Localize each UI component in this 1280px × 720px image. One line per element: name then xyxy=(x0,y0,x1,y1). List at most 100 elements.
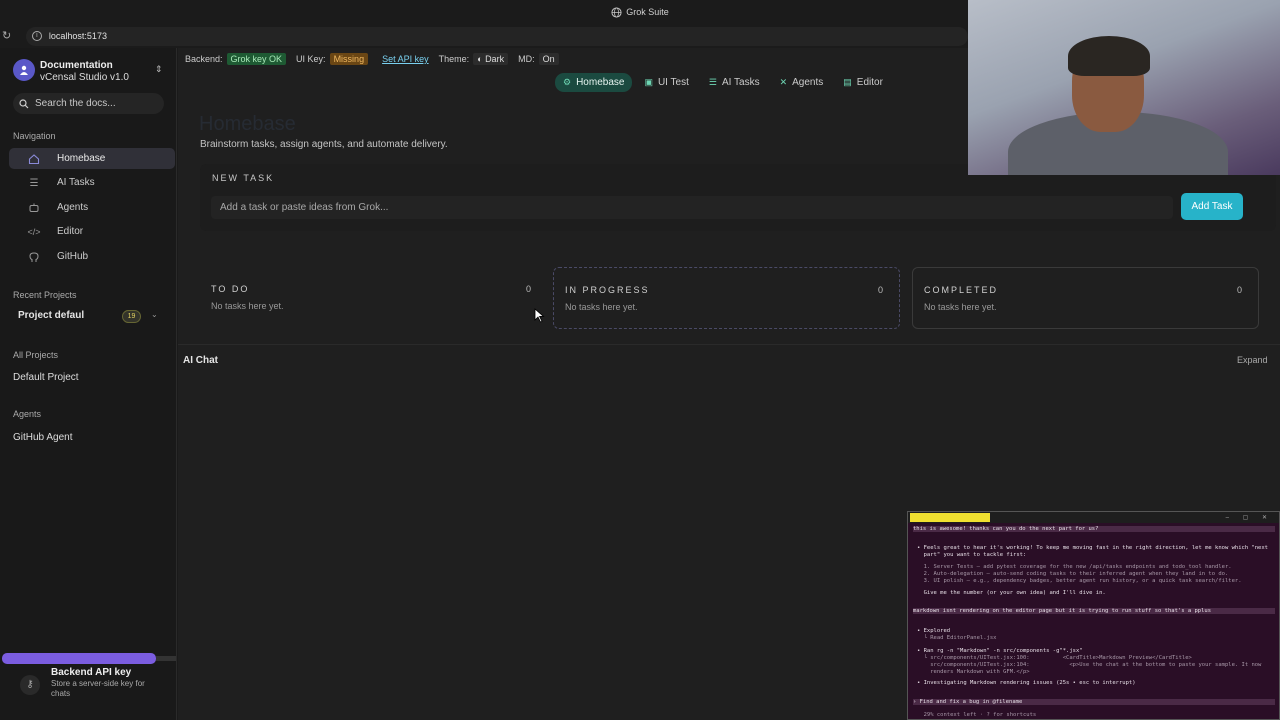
backend-label: Backend: xyxy=(185,54,223,64)
terminal-line: • Explored xyxy=(917,628,951,634)
column-empty-text: No tasks here yet. xyxy=(565,302,638,312)
sidebar-progress-track xyxy=(156,656,176,661)
window-icon: ▣ xyxy=(644,77,653,87)
terminal-line: • Feels great to hear it's working! To k… xyxy=(917,545,1268,551)
terminal-tab[interactable] xyxy=(910,513,990,522)
sidebar-item-label: Agents xyxy=(57,202,89,213)
agents-heading: Agents xyxy=(13,409,42,419)
sidebar-item-github[interactable]: GitHub xyxy=(9,246,175,267)
search-placeholder: Search the docs... xyxy=(35,98,116,109)
terminal-window[interactable]: – ▢ ✕ this is awesome! thanks can you do… xyxy=(907,511,1280,720)
backend-key-card[interactable]: ⚷ Backend API key Store a server-side ke… xyxy=(13,665,173,705)
code-icon: </> xyxy=(27,227,41,237)
terminal-line: └ src/components/UITest.jsx:100: <CardTi… xyxy=(917,655,1192,661)
column-todo: TO DO 0 No tasks here yet. xyxy=(200,267,547,329)
org-version: vCensal Studio v1.0 xyxy=(40,72,129,83)
home-icon xyxy=(27,152,41,166)
chevron-down-icon[interactable]: ⌄ xyxy=(151,310,158,319)
column-count: 0 xyxy=(877,285,883,295)
globe-icon xyxy=(611,6,622,18)
column-title: TO DO xyxy=(211,284,250,294)
sidebar-item-label: Homebase xyxy=(57,153,106,164)
column-count: 0 xyxy=(1236,285,1242,295)
terminal-line: renders Markdown with GFM.</p> xyxy=(917,669,1030,675)
search-input[interactable]: Search the docs... xyxy=(13,93,164,114)
bot-icon xyxy=(27,201,41,215)
key-card-desc: Store a server-side key for chats xyxy=(51,679,145,698)
address-row: ↻ i localhost:5173 xyxy=(0,24,968,48)
half-moon-icon: ◐ xyxy=(477,54,486,64)
key-icon: ⚷ xyxy=(20,675,40,695)
sidebar-item-homebase[interactable]: Homebase xyxy=(9,148,175,169)
tab-homebase[interactable]: ⚙ Homebase xyxy=(555,73,633,92)
webcam-person-cap xyxy=(1068,36,1150,76)
key-card-title: Backend API key xyxy=(51,667,132,678)
list-icon: ☰ xyxy=(708,77,717,87)
column-empty-text: No tasks here yet. xyxy=(924,302,997,312)
window-title: Grok Suite xyxy=(626,7,669,17)
window-controls-icon[interactable]: – ▢ ✕ xyxy=(1226,514,1273,521)
agent-item-github[interactable]: GitHub Agent xyxy=(13,432,72,443)
list-icon: ☰ xyxy=(29,177,39,189)
terminal-line: this is awesome! thanks can you do the n… xyxy=(913,526,1275,532)
terminal-line: 3. UI polish – e.g., dependency badges, … xyxy=(917,578,1242,584)
theme-label: Theme: xyxy=(438,54,470,64)
chevron-updown-icon[interactable]: ⇕ xyxy=(155,64,163,75)
tab-label: Agents xyxy=(792,77,824,88)
theme-value: Dark xyxy=(485,54,505,64)
address-url: localhost:5173 xyxy=(48,31,107,41)
project-item-default[interactable]: Default Project xyxy=(13,372,79,383)
terminal-line: 29% context left · ? for shortcuts xyxy=(917,712,1037,718)
terminal-line: 2. Auto-delegation – auto-send coding ta… xyxy=(917,571,1229,577)
md-label: MD: xyxy=(518,54,535,64)
terminal-line: src/components/UITest.jsx:104: <p>Use th… xyxy=(917,662,1262,668)
column-completed: COMPLETED 0 No tasks here yet. xyxy=(912,267,1259,329)
org-avatar-icon[interactable] xyxy=(13,59,35,81)
column-empty-text: No tasks here yet. xyxy=(211,301,284,311)
page-title: Homebase xyxy=(199,113,296,135)
gear-icon: ⚙ xyxy=(563,77,572,87)
tab-ui-test[interactable]: ▣ UI Test xyxy=(636,73,696,92)
section-divider xyxy=(178,344,1280,345)
top-tabs: ⚙ Homebase ▣ UI Test ☰ AI Tasks ✕ Agents ▤ Ed… xyxy=(555,73,895,92)
mouse-cursor-icon xyxy=(534,308,545,328)
md-toggle[interactable]: On xyxy=(538,53,559,65)
sidebar-item-label: AI Tasks xyxy=(57,177,95,188)
terminal-input[interactable]: › Find and fix a bug in @filename xyxy=(913,699,1275,705)
recent-project-item[interactable]: Project defaul xyxy=(18,310,84,321)
site-info-icon[interactable]: i xyxy=(31,31,42,41)
tab-ai-tasks[interactable]: ☰ AI Tasks xyxy=(701,73,768,92)
tab-label: UI Test xyxy=(657,77,689,88)
terminal-line: • Ran rg -n "Markdown" -n src/components… xyxy=(917,648,1083,654)
nav-heading: Navigation xyxy=(13,131,56,141)
uikey-label: UI Key: xyxy=(296,54,326,64)
add-task-button[interactable]: Add Task xyxy=(1181,193,1243,220)
sidebar-item-ai-tasks[interactable]: ☰ AI Tasks xyxy=(9,172,175,193)
column-title: IN PROGRESS xyxy=(565,285,650,295)
terminal-line: markdown isnt rendering on the editor pa… xyxy=(913,608,1275,614)
page-subtitle: Brainstorm tasks, assign agents, and aut… xyxy=(200,139,448,150)
reload-icon[interactable]: ↻ xyxy=(2,30,14,42)
expand-chat-button[interactable]: Expand xyxy=(1237,355,1268,365)
project-count-badge: 19 xyxy=(122,310,141,323)
new-task-input[interactable]: Add a task or paste ideas from Grok... xyxy=(211,196,1173,219)
uikey-status-badge: Missing xyxy=(329,53,369,65)
backend-status-badge: Grok key OK xyxy=(226,53,287,65)
tab-agents[interactable]: ✕ Agents xyxy=(772,73,832,92)
set-api-key-link[interactable]: Set API key xyxy=(382,54,429,64)
search-icon xyxy=(19,98,29,108)
tab-label: Homebase xyxy=(576,77,625,88)
theme-toggle[interactable]: ◐ Dark xyxy=(473,53,509,65)
terminal-line: • Investigating Markdown rendering issue… xyxy=(917,680,1136,686)
column-title: COMPLETED xyxy=(924,285,999,295)
address-bar[interactable]: i localhost:5173 xyxy=(25,26,968,46)
sidebar-item-agents[interactable]: Agents xyxy=(9,197,175,218)
sidebar-item-label: GitHub xyxy=(57,251,89,262)
column-in-progress: IN PROGRESS 0 No tasks here yet. xyxy=(553,267,900,329)
tab-label: AI Tasks xyxy=(721,77,760,88)
new-task-label: NEW TASK xyxy=(212,173,275,183)
sidebar-item-editor[interactable]: </> Editor xyxy=(9,221,175,242)
org-name[interactable]: Documentation xyxy=(40,60,113,71)
terminal-line: Give me the number (or your own idea) an… xyxy=(917,590,1106,596)
tab-editor[interactable]: ▤ Editor xyxy=(835,73,891,92)
